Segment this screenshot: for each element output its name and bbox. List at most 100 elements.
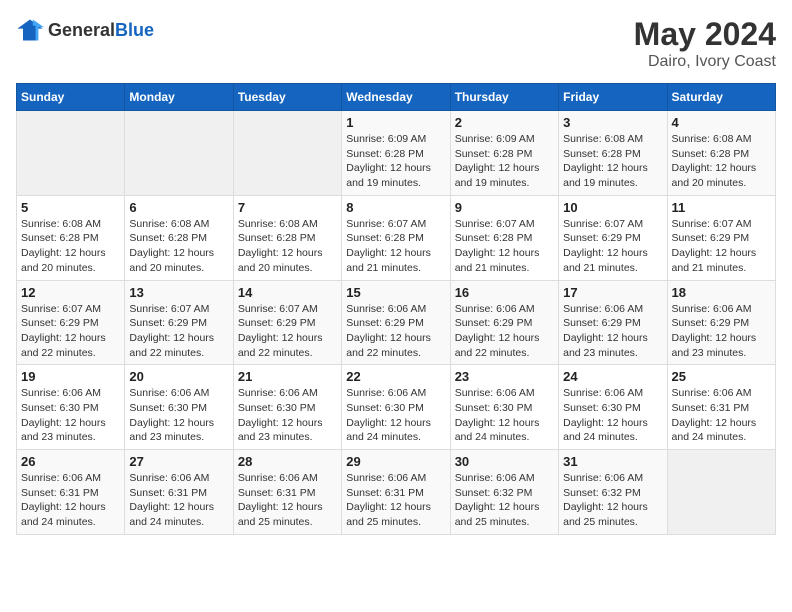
day-info: Sunrise: 6:06 AMSunset: 6:30 PMDaylight:… — [346, 386, 445, 445]
day-info: Sunrise: 6:06 AMSunset: 6:29 PMDaylight:… — [346, 302, 445, 361]
calendar-day-cell: 14Sunrise: 6:07 AMSunset: 6:29 PMDayligh… — [233, 280, 341, 365]
calendar-day-cell: 5Sunrise: 6:08 AMSunset: 6:28 PMDaylight… — [17, 195, 125, 280]
calendar-day-cell: 3Sunrise: 6:08 AMSunset: 6:28 PMDaylight… — [559, 111, 667, 196]
weekday-header-saturday: Saturday — [667, 84, 775, 111]
calendar-day-cell — [233, 111, 341, 196]
calendar-day-cell: 17Sunrise: 6:06 AMSunset: 6:29 PMDayligh… — [559, 280, 667, 365]
month-year-title: May 2024 — [634, 16, 776, 53]
day-number: 20 — [129, 369, 228, 384]
logo-blue-text: Blue — [115, 20, 154, 40]
calendar-day-cell: 4 Sunrise: 6:08 AMSunset: 6:28 PMDaylight… — [667, 111, 775, 196]
calendar-day-cell: 27Sunrise: 6:06 AMSunset: 6:31 PMDayligh… — [125, 450, 233, 535]
calendar-day-cell: 29 Sunrise: 6:06 AMSunset: 6:31 PMDayligh… — [342, 450, 450, 535]
page-header: GeneralBlue May 2024 Dairo, Ivory Coast — [16, 16, 776, 71]
weekday-header-friday: Friday — [559, 84, 667, 111]
day-info: Sunrise: 6:07 AMSunset: 6:28 PMDaylight:… — [346, 217, 445, 276]
day-info: Sunrise: 6:08 AMSunset: 6:28 PMDaylight:… — [238, 217, 337, 276]
calendar-day-cell — [125, 111, 233, 196]
day-number: 10 — [563, 200, 662, 215]
day-number: 16 — [455, 285, 554, 300]
day-info: Sunrise: 6:07 AMSunset: 6:29 PMDaylight:… — [129, 302, 228, 361]
day-info: Sunrise: 6:06 AMSunset: 6:30 PMDaylight:… — [238, 386, 337, 445]
day-info: Sunrise: 6:09 AMSunset: 6:28 PMDaylight:… — [455, 132, 554, 191]
day-number: 7 — [238, 200, 337, 215]
calendar-day-cell: 15 Sunrise: 6:06 AMSunset: 6:29 PMDayligh… — [342, 280, 450, 365]
day-info: Sunrise: 6:07 AMSunset: 6:29 PMDaylight:… — [238, 302, 337, 361]
day-number: 9 — [455, 200, 554, 215]
calendar-day-cell: 6 Sunrise: 6:08 AMSunset: 6:28 PMDaylight… — [125, 195, 233, 280]
day-info: Sunrise: 6:06 AMSunset: 6:29 PMDaylight:… — [455, 302, 554, 361]
weekday-header-thursday: Thursday — [450, 84, 558, 111]
calendar-week-row: 5 Sunrise: 6:08 AMSunset: 6:28 PMDaylight… — [17, 195, 776, 280]
day-number: 19 — [21, 369, 120, 384]
day-info: Sunrise: 6:06 AMSunset: 6:30 PMDaylight:… — [455, 386, 554, 445]
day-number: 1 — [346, 115, 445, 130]
day-number: 28 — [238, 454, 337, 469]
weekday-header-wednesday: Wednesday — [342, 84, 450, 111]
day-number: 24 — [563, 369, 662, 384]
calendar-day-cell: 20 Sunrise: 6:06 AMSunset: 6:30 PMDayligh… — [125, 365, 233, 450]
calendar-day-cell: 10 Sunrise: 6:07 AMSunset: 6:29 PMDayligh… — [559, 195, 667, 280]
day-number: 3 — [563, 115, 662, 130]
day-info: Sunrise: 6:06 AMSunset: 6:30 PMDaylight:… — [129, 386, 228, 445]
location-title: Dairo, Ivory Coast — [634, 53, 776, 71]
calendar-day-cell: 9 Sunrise: 6:07 AMSunset: 6:28 PMDaylight… — [450, 195, 558, 280]
day-number: 8 — [346, 200, 445, 215]
calendar-day-cell: 28Sunrise: 6:06 AMSunset: 6:31 PMDayligh… — [233, 450, 341, 535]
day-info: Sunrise: 6:06 AMSunset: 6:31 PMDaylight:… — [672, 386, 771, 445]
title-area: May 2024 Dairo, Ivory Coast — [634, 16, 776, 71]
day-info: Sunrise: 6:06 AMSunset: 6:32 PMDaylight:… — [563, 471, 662, 530]
calendar-day-cell: 12 Sunrise: 6:07 AMSunset: 6:29 PMDayligh… — [17, 280, 125, 365]
day-info: Sunrise: 6:09 AMSunset: 6:28 PMDaylight:… — [346, 132, 445, 191]
day-number: 30 — [455, 454, 554, 469]
day-number: 29 — [346, 454, 445, 469]
weekday-header-row: SundayMondayTuesdayWednesdayThursdayFrid… — [17, 84, 776, 111]
day-info: Sunrise: 6:06 AMSunset: 6:31 PMDaylight:… — [346, 471, 445, 530]
calendar-day-cell: 13 Sunrise: 6:07 AMSunset: 6:29 PMDayligh… — [125, 280, 233, 365]
day-number: 5 — [21, 200, 120, 215]
calendar-day-cell: 18 Sunrise: 6:06 AMSunset: 6:29 PMDayligh… — [667, 280, 775, 365]
calendar-day-cell: 24Sunrise: 6:06 AMSunset: 6:30 PMDayligh… — [559, 365, 667, 450]
day-info: Sunrise: 6:07 AMSunset: 6:28 PMDaylight:… — [455, 217, 554, 276]
day-number: 2 — [455, 115, 554, 130]
calendar-week-row: 19 Sunrise: 6:06 AMSunset: 6:30 PMDayligh… — [17, 365, 776, 450]
calendar-week-row: 1 Sunrise: 6:09 AMSunset: 6:28 PMDaylight… — [17, 111, 776, 196]
day-info: Sunrise: 6:06 AMSunset: 6:30 PMDaylight:… — [21, 386, 120, 445]
day-number: 6 — [129, 200, 228, 215]
day-number: 23 — [455, 369, 554, 384]
calendar-day-cell: 22Sunrise: 6:06 AMSunset: 6:30 PMDayligh… — [342, 365, 450, 450]
day-number: 15 — [346, 285, 445, 300]
day-number: 11 — [672, 200, 771, 215]
calendar-day-cell: 7 Sunrise: 6:08 AMSunset: 6:28 PMDaylight… — [233, 195, 341, 280]
day-info: Sunrise: 6:06 AMSunset: 6:31 PMDaylight:… — [21, 471, 120, 530]
day-info: Sunrise: 6:06 AMSunset: 6:29 PMDaylight:… — [672, 302, 771, 361]
day-number: 26 — [21, 454, 120, 469]
day-info: Sunrise: 6:06 AMSunset: 6:32 PMDaylight:… — [455, 471, 554, 530]
day-number: 18 — [672, 285, 771, 300]
calendar-day-cell: 30 Sunrise: 6:06 AMSunset: 6:32 PMDayligh… — [450, 450, 558, 535]
day-info: Sunrise: 6:08 AMSunset: 6:28 PMDaylight:… — [129, 217, 228, 276]
calendar-week-row: 26 Sunrise: 6:06 AMSunset: 6:31 PMDayligh… — [17, 450, 776, 535]
calendar-day-cell: 23 Sunrise: 6:06 AMSunset: 6:30 PMDayligh… — [450, 365, 558, 450]
day-number: 4 — [672, 115, 771, 130]
calendar-day-cell: 26 Sunrise: 6:06 AMSunset: 6:31 PMDayligh… — [17, 450, 125, 535]
day-info: Sunrise: 6:07 AMSunset: 6:29 PMDaylight:… — [563, 217, 662, 276]
calendar-table: SundayMondayTuesdayWednesdayThursdayFrid… — [16, 83, 776, 535]
day-number: 12 — [21, 285, 120, 300]
calendar-day-cell: 21Sunrise: 6:06 AMSunset: 6:30 PMDayligh… — [233, 365, 341, 450]
weekday-header-sunday: Sunday — [17, 84, 125, 111]
calendar-day-cell — [667, 450, 775, 535]
day-info: Sunrise: 6:06 AMSunset: 6:31 PMDaylight:… — [129, 471, 228, 530]
calendar-day-cell: 19 Sunrise: 6:06 AMSunset: 6:30 PMDayligh… — [17, 365, 125, 450]
logo: GeneralBlue — [16, 16, 154, 44]
calendar-day-cell: 8 Sunrise: 6:07 AMSunset: 6:28 PMDaylight… — [342, 195, 450, 280]
day-info: Sunrise: 6:07 AMSunset: 6:29 PMDaylight:… — [21, 302, 120, 361]
day-number: 31 — [563, 454, 662, 469]
weekday-header-tuesday: Tuesday — [233, 84, 341, 111]
day-number: 25 — [672, 369, 771, 384]
day-number: 13 — [129, 285, 228, 300]
calendar-day-cell: 1 Sunrise: 6:09 AMSunset: 6:28 PMDaylight… — [342, 111, 450, 196]
logo-icon — [16, 16, 44, 44]
day-info: Sunrise: 6:06 AMSunset: 6:29 PMDaylight:… — [563, 302, 662, 361]
day-info: Sunrise: 6:08 AMSunset: 6:28 PMDaylight:… — [672, 132, 771, 191]
